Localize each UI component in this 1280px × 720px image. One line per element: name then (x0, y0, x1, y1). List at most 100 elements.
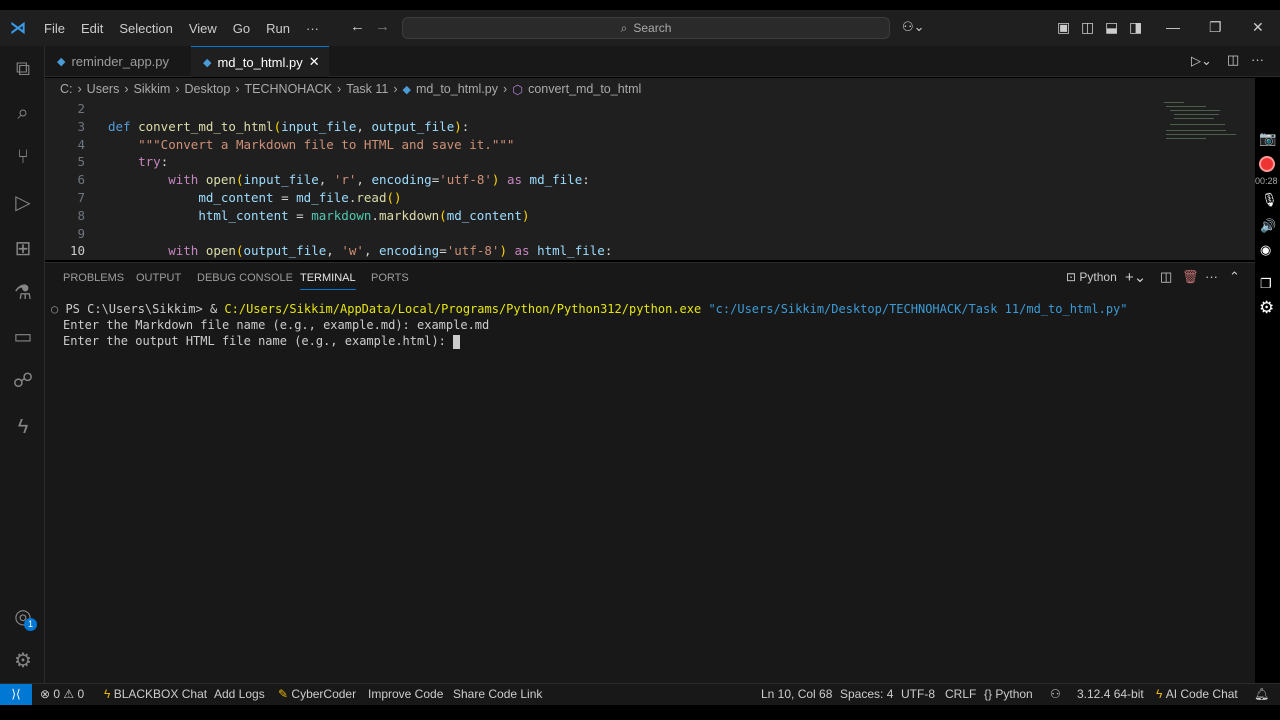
cybercoder[interactable]: ✎ CyberCoder (278, 687, 356, 701)
blackbox-chat[interactable]: ϟ BLACKBOX Chat (104, 687, 207, 701)
tab-debug-console[interactable]: DEBUG CONSOLE (197, 272, 293, 284)
tab-ports[interactable]: PORTS (371, 272, 409, 284)
back-icon[interactable]: ← (350, 18, 365, 35)
search-view-icon[interactable]: ⌕ (10, 100, 36, 126)
python-icon[interactable]: ☍ (10, 368, 36, 394)
menu-run[interactable]: Run (258, 21, 298, 36)
recorder-settings-icon[interactable]: ⚙ (1259, 298, 1274, 318)
status-bar: ⟩⟨ ⊗ 0 ⚠ 0 ϟ BLACKBOX Chat Add Logs ✎ Cy… (0, 683, 1280, 705)
code-line[interactable]: 2 (45, 100, 85, 118)
code-line[interactable]: 7 md_content = md_file.read() (45, 189, 401, 207)
terminal-exe: C:/Users/Sikkim/AppData/Local/Programs/P… (224, 302, 702, 316)
restore-icon[interactable]: ❐ (1209, 19, 1222, 36)
close-window-icon[interactable]: ✕ (1252, 19, 1264, 36)
code-line[interactable]: 4 """Convert a Markdown file to HTML and… (45, 136, 514, 154)
toggle-secondary-sidebar-icon[interactable]: ◨ (1129, 19, 1142, 36)
code-token: with (168, 172, 206, 188)
terminal-input-line[interactable]: Enter the output HTML file name (e.g., e… (63, 334, 461, 349)
webcam-icon[interactable]: ◉ (1260, 242, 1271, 258)
menu-view[interactable]: View (181, 21, 225, 36)
code-line[interactable]: 6 with open(input_file, 'r', encoding='u… (45, 171, 589, 189)
toggle-panel-icon[interactable]: ⬓ (1105, 19, 1118, 36)
more-actions-icon[interactable]: ··· (1251, 52, 1264, 67)
extensions-icon[interactable]: ⊞ (10, 236, 36, 262)
remote-explorer-icon[interactable]: ▭ (10, 324, 36, 350)
remote-indicator[interactable]: ⟩⟨ (0, 684, 32, 705)
new-terminal-icon[interactable]: +⌄ (1125, 268, 1146, 286)
python-interpreter[interactable]: 3.12.4 64-bit (1077, 687, 1144, 701)
minimap[interactable] (1160, 100, 1250, 145)
tab-problems[interactable]: PROBLEMS (63, 272, 124, 284)
search-box[interactable]: ⌕ Search (402, 17, 890, 39)
maximize-panel-icon[interactable]: ⌃ (1229, 269, 1240, 285)
menu-edit[interactable]: Edit (73, 21, 111, 36)
menu-more[interactable]: ··· (298, 21, 327, 36)
menu-file[interactable]: File (36, 21, 73, 36)
cursor-position[interactable]: Ln 10, Col 68 (761, 687, 832, 701)
customize-layout-icon[interactable]: ▣ (1057, 19, 1070, 36)
error-count: 0 (53, 687, 61, 701)
code-token: """Convert a Markdown file to HTML and s… (138, 136, 515, 152)
microphone-icon[interactable]: 🎙 (1261, 192, 1278, 208)
code-token: with (168, 243, 206, 259)
line-number: 8 (77, 207, 85, 223)
minimize-icon[interactable]: — (1166, 19, 1180, 35)
camera-icon[interactable]: 📷 (1259, 130, 1276, 147)
tab-output[interactable]: OUTPUT (136, 272, 181, 284)
crumb[interactable]: TECHNOHACK (245, 82, 333, 96)
run-python-file-icon[interactable]: ▷⌄ (1191, 53, 1212, 69)
share-code-link[interactable]: Share Code Link (453, 687, 542, 701)
crumb[interactable]: C: (60, 82, 73, 96)
crumb[interactable]: Users (87, 82, 120, 96)
tab-reminder-app[interactable]: ◆ reminder_app.py (45, 46, 191, 77)
code-line[interactable]: 5 try: (45, 153, 168, 171)
terminal-shell-icon[interactable]: ⊡ Python (1066, 270, 1117, 284)
code-line[interactable]: 9 (45, 225, 85, 243)
explorer-icon[interactable]: ⧉ (10, 56, 36, 82)
language-mode[interactable]: {} Python (984, 687, 1033, 701)
run-debug-icon[interactable]: ▷ (10, 190, 36, 216)
crumb[interactable]: md_to_html.py (416, 82, 498, 96)
menu-go[interactable]: Go (225, 21, 258, 36)
tab-md-to-html[interactable]: ◆ md_to_html.py ✕ (191, 46, 329, 77)
menu-selection[interactable]: Selection (111, 21, 180, 36)
code-token: output_file (371, 118, 455, 134)
code-token: output_file (243, 243, 327, 259)
ai-code-chat[interactable]: ϟ AI Code Chat (1156, 687, 1238, 701)
code-token: read (356, 190, 387, 205)
code-line[interactable]: 8 html_content = markdown.markdown(md_co… (45, 207, 529, 225)
crumb[interactable]: Sikkim (134, 82, 171, 96)
indentation[interactable]: Spaces: 4 (840, 687, 893, 701)
overlay-icon[interactable]: ❐ (1260, 276, 1272, 292)
copilot-status-icon[interactable]: ⚇ (1050, 687, 1061, 701)
code-line[interactable]: 10 with open(output_file, 'w', encoding=… (45, 242, 612, 260)
speaker-icon[interactable]: 🔊 (1260, 218, 1276, 234)
improve-code[interactable]: Improve Code (368, 687, 443, 701)
split-terminal-icon[interactable]: ◫ (1160, 269, 1172, 285)
kill-terminal-icon[interactable]: 🗑 (1182, 269, 1199, 285)
toggle-sidebar-icon[interactable]: ◫ (1081, 19, 1094, 36)
testing-icon[interactable]: ⚗ (10, 280, 36, 306)
line-endings[interactable]: CRLF (945, 687, 976, 701)
source-control-icon[interactable]: ⑂ (10, 144, 36, 170)
code-token: , (356, 172, 372, 188)
crumb[interactable]: convert_md_to_html (528, 82, 641, 96)
copilot-icon[interactable]: ⚇⌄ (902, 19, 925, 35)
terminal-more-icon[interactable]: ··· (1205, 269, 1218, 284)
tab-label: md_to_html.py (217, 54, 303, 70)
split-editor-icon[interactable]: ◫ (1227, 52, 1239, 68)
code-line[interactable]: 3 def convert_md_to_html(input_file, outp… (45, 118, 469, 136)
problems-indicator[interactable]: ⊗ 0 ⚠ 0 (40, 687, 84, 701)
blackbox-icon[interactable]: ϟ (10, 414, 36, 440)
tab-terminal[interactable]: TERMINAL (300, 272, 356, 290)
add-logs[interactable]: Add Logs (214, 687, 265, 701)
record-button[interactable] (1259, 156, 1275, 172)
encoding[interactable]: UTF-8 (901, 687, 935, 701)
manage-gear-icon[interactable]: ⚙ (10, 648, 36, 674)
notifications-bell-icon[interactable]: 🔔︎ (1254, 687, 1269, 701)
forward-icon[interactable]: → (375, 18, 390, 35)
close-tab-icon[interactable]: ✕ (309, 54, 320, 70)
crumb[interactable]: Task 11 (346, 82, 388, 96)
code-editor[interactable]: 2 3 def convert_md_to_html(input_file, out… (45, 100, 1255, 260)
crumb[interactable]: Desktop (184, 82, 230, 96)
